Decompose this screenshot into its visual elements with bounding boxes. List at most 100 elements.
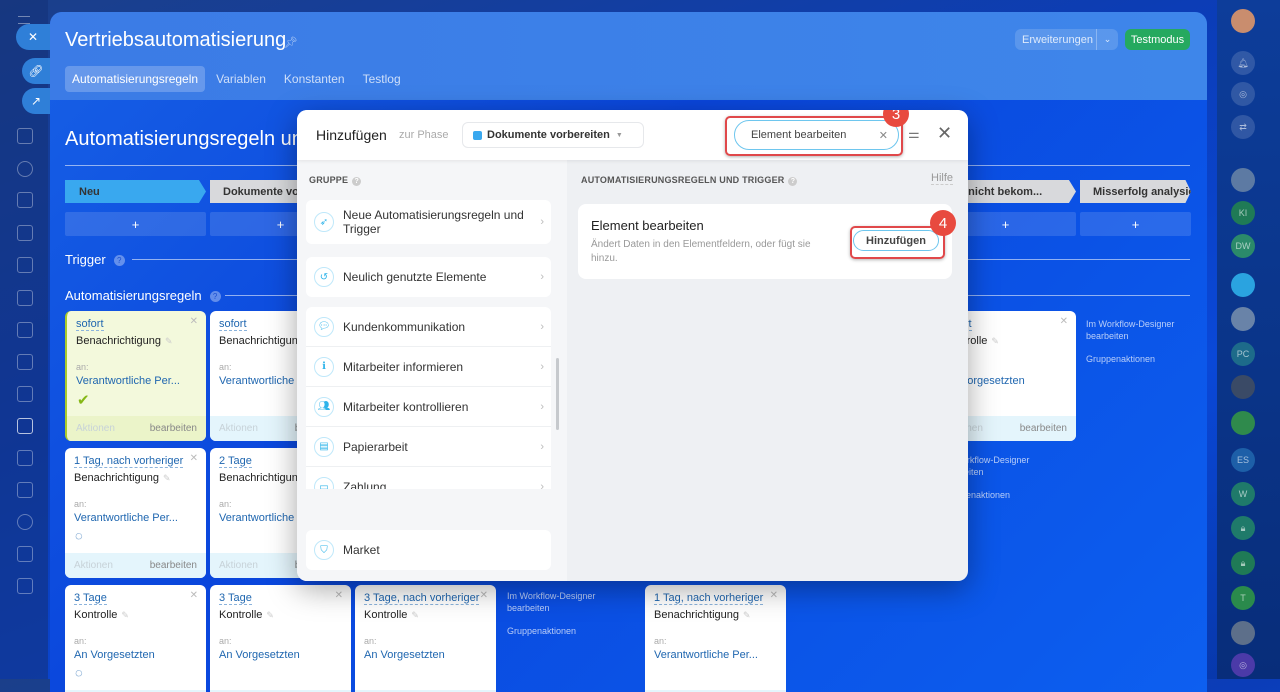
open-new-window-button[interactable]: ↗	[22, 88, 50, 114]
close-slider-button[interactable]: ✕	[16, 24, 50, 50]
pencil-icon[interactable]: ✎	[121, 610, 129, 620]
rule-card[interactable]: 1 Tag, nach vorheriger ✕ Benachrichtigun…	[65, 448, 206, 578]
close-icon[interactable]: ✕	[190, 590, 198, 601]
close-icon[interactable]: ✕	[480, 590, 488, 601]
tab-variables[interactable]: Variablen	[209, 66, 273, 92]
scrollbar[interactable]	[556, 358, 559, 430]
phase-select[interactable]: Dokumente vorbereiten ▼	[462, 122, 644, 148]
delay-link[interactable]: 1 Tag, nach vorheriger	[74, 455, 184, 468]
board-icon[interactable]	[17, 290, 33, 306]
pencil-icon[interactable]: ✎	[743, 610, 751, 620]
group-item[interactable]: ▭ Zahlung ›	[306, 467, 551, 489]
group-item[interactable]: ℹ Mitarbeiter informieren ›	[306, 347, 551, 387]
document-icon[interactable]	[17, 128, 33, 144]
group-actions-link[interactable]: Gruppenaktionen	[507, 625, 637, 637]
chat-avatar[interactable]	[1231, 273, 1255, 297]
chat-avatar[interactable]	[1231, 307, 1255, 331]
activity-icon[interactable]: ◎	[1231, 82, 1255, 106]
chevron-down-icon[interactable]: ⌄	[1096, 29, 1118, 50]
rule-card[interactable]: 3 Tage, nach vorheriger ✕ Kontrolle ✎ an:…	[355, 585, 496, 692]
add-rule-button[interactable]: +	[1080, 212, 1191, 236]
chat-avatar[interactable]: ES	[1231, 448, 1255, 472]
help-icon[interactable]: ?	[113, 255, 125, 267]
pin-icon[interactable]: 📌︎	[284, 36, 298, 49]
close-dialog-button[interactable]: ✕	[937, 123, 952, 144]
test-mode-button[interactable]: Testmodus	[1125, 29, 1190, 50]
tab-constants[interactable]: Konstanten	[277, 66, 352, 92]
user-avatar[interactable]	[1231, 9, 1255, 33]
group-item[interactable]: 👥︎ Mitarbeiter kontrollieren ›	[306, 387, 551, 427]
contacts-icon[interactable]	[17, 386, 33, 402]
add-rule-button[interactable]: +	[65, 212, 206, 236]
extensions-button[interactable]: Erweiterungen ⌄	[1015, 29, 1118, 50]
mail-icon[interactable]	[17, 354, 33, 370]
tab-automation-rules[interactable]: Automatisierungsregeln	[65, 66, 206, 92]
group-item-market[interactable]: ⛉ Market	[306, 530, 551, 570]
chat-avatar[interactable]	[1231, 375, 1255, 399]
edit-icon[interactable]	[17, 578, 33, 594]
delay-link[interactable]: 3 Tage	[219, 592, 252, 605]
copy-link-button[interactable]: 🔗︎	[22, 58, 50, 84]
group-item[interactable]: ▤ Papierarbeit ›	[306, 427, 551, 467]
workflow-designer-link[interactable]: Im Workflow-Designer bearbeiten	[507, 590, 637, 614]
delay-link[interactable]: 2 Tage	[219, 455, 252, 468]
chat-avatar[interactable]: W	[1231, 482, 1255, 506]
recipient-link[interactable]: An Vorgesetzten	[74, 649, 155, 661]
rule-card[interactable]: 3 Tage ✕ Kontrolle ✎ an: An Vorgesetzten …	[65, 585, 206, 692]
close-icon[interactable]: ✕	[1060, 316, 1068, 327]
group-item[interactable]: 💬︎ Kundenkommunikation ›	[306, 307, 551, 347]
recipient-link[interactable]: Verantwortliche Per...	[76, 375, 180, 387]
card-icon[interactable]	[17, 322, 33, 338]
group-actions-link[interactable]: Gruppenaktionen	[1086, 353, 1207, 365]
delay-link[interactable]: 3 Tage	[74, 592, 107, 605]
filter-icon[interactable]	[17, 418, 33, 434]
recipient-link[interactable]: Verantwortliche Per...	[654, 649, 758, 661]
edit-link[interactable]: bearbeiten	[150, 560, 197, 571]
rule-card[interactable]: 1 Tag, nach vorheriger ✕ Benachrichtigun…	[645, 585, 786, 692]
pencil-icon[interactable]: ✎	[991, 336, 999, 346]
recipient-link[interactable]: An Vorgesetzten	[219, 649, 300, 661]
filter-settings-icon[interactable]: ⚌	[908, 126, 920, 142]
pencil-icon[interactable]: ✎	[266, 610, 274, 620]
edit-link[interactable]: bearbeiten	[1020, 423, 1067, 434]
group-item-new-rules[interactable]: ➶ Neue Automatisierungsregeln und Trigger…	[306, 200, 551, 244]
close-icon[interactable]: ✕	[770, 590, 778, 601]
actions-link[interactable]: Aktionen	[76, 423, 115, 434]
actions-link[interactable]: Aktionen	[219, 423, 258, 434]
recipient-link[interactable]: Verantwortliche Per...	[74, 512, 178, 524]
pencil-icon[interactable]: ✎	[163, 473, 171, 483]
help-icon[interactable]: ?	[788, 177, 798, 186]
chat-avatar[interactable]: DW	[1231, 234, 1255, 258]
chat-avatar[interactable]	[1231, 168, 1255, 192]
lock-icon[interactable]: 🔒︎	[1231, 516, 1255, 540]
file-icon[interactable]	[17, 257, 33, 273]
stage-header[interactable]: Misserfolg analysie...	[1080, 180, 1191, 203]
workflow-designer-link[interactable]: Im Workflow-Designer bearbeiten	[1086, 318, 1207, 342]
rule-card[interactable]: sofort ✕ Benachrichtigung✎ an: Verantwor…	[65, 311, 206, 441]
menu-icon[interactable]	[18, 16, 30, 24]
chat-avatar[interactable]: KI	[1231, 201, 1255, 225]
copilot-icon[interactable]: ◎	[1231, 653, 1255, 677]
tasks-icon[interactable]	[17, 225, 33, 241]
rule-card[interactable]: 3 Tage ✕ Kontrolle ✎ an: An Vorgesetzten …	[210, 585, 351, 692]
actions-link[interactable]: Aktionen	[219, 560, 258, 571]
grid-icon[interactable]	[17, 450, 33, 466]
close-icon[interactable]: ✕	[190, 316, 198, 327]
close-icon[interactable]: ✕	[335, 590, 343, 601]
delay-link[interactable]: 1 Tag, nach vorheriger	[654, 592, 764, 605]
chat-avatar[interactable]	[1231, 411, 1255, 435]
delay-link[interactable]: 3 Tage, nach vorheriger	[364, 592, 480, 605]
chat-avatar[interactable]: T	[1231, 586, 1255, 610]
hexagon-icon[interactable]	[17, 161, 33, 177]
tab-testlog[interactable]: Testlog	[356, 66, 408, 92]
group-item-recent[interactable]: ↺ Neulich genutzte Elemente ›	[306, 257, 551, 297]
delay-link[interactable]: sofort	[219, 318, 247, 331]
stage-header[interactable]: Neu	[65, 180, 206, 203]
bell-icon[interactable]: 🔔︎	[1231, 51, 1255, 75]
help-icon[interactable]: ?	[209, 291, 221, 303]
chat-avatar[interactable]	[1231, 621, 1255, 645]
pencil-icon[interactable]: ✎	[165, 336, 173, 346]
lock-icon[interactable]: 🔒︎	[1231, 551, 1255, 575]
pencil-icon[interactable]: ✎	[411, 610, 419, 620]
edit-link[interactable]: bearbeiten	[150, 423, 197, 434]
